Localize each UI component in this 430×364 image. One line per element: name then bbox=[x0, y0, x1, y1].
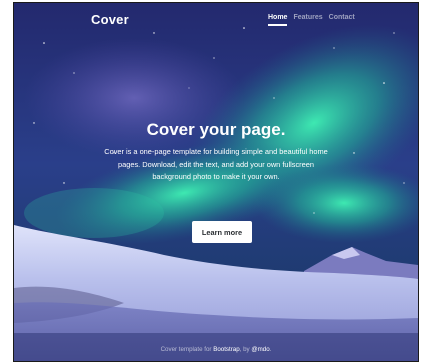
footer-middle: , by bbox=[239, 346, 252, 353]
hero-section: Cover your page. Cover is a one-page tem… bbox=[98, 120, 334, 184]
nav-home-link[interactable]: Home bbox=[268, 14, 288, 26]
bootstrap-link[interactable]: Bootstrap bbox=[213, 346, 239, 353]
masthead-nav: Home Features Contact bbox=[268, 14, 355, 26]
learn-more-button[interactable]: Learn more bbox=[192, 221, 252, 243]
nav-features-link[interactable]: Features bbox=[293, 14, 322, 26]
brand-title: Cover bbox=[91, 12, 129, 27]
footer: Cover template for Bootstrap, by @mdo. bbox=[14, 346, 418, 353]
cover-page: Cover Home Features Contact Cover your p… bbox=[13, 2, 419, 362]
footer-prefix: Cover template for bbox=[160, 346, 214, 353]
hero-lead: Cover is a one-page template for buildin… bbox=[104, 147, 328, 181]
nav-contact-link[interactable]: Contact bbox=[329, 14, 355, 26]
mdo-link[interactable]: @mdo bbox=[251, 346, 269, 353]
footer-suffix: . bbox=[269, 346, 272, 353]
hero-title: Cover your page. bbox=[146, 120, 286, 139]
